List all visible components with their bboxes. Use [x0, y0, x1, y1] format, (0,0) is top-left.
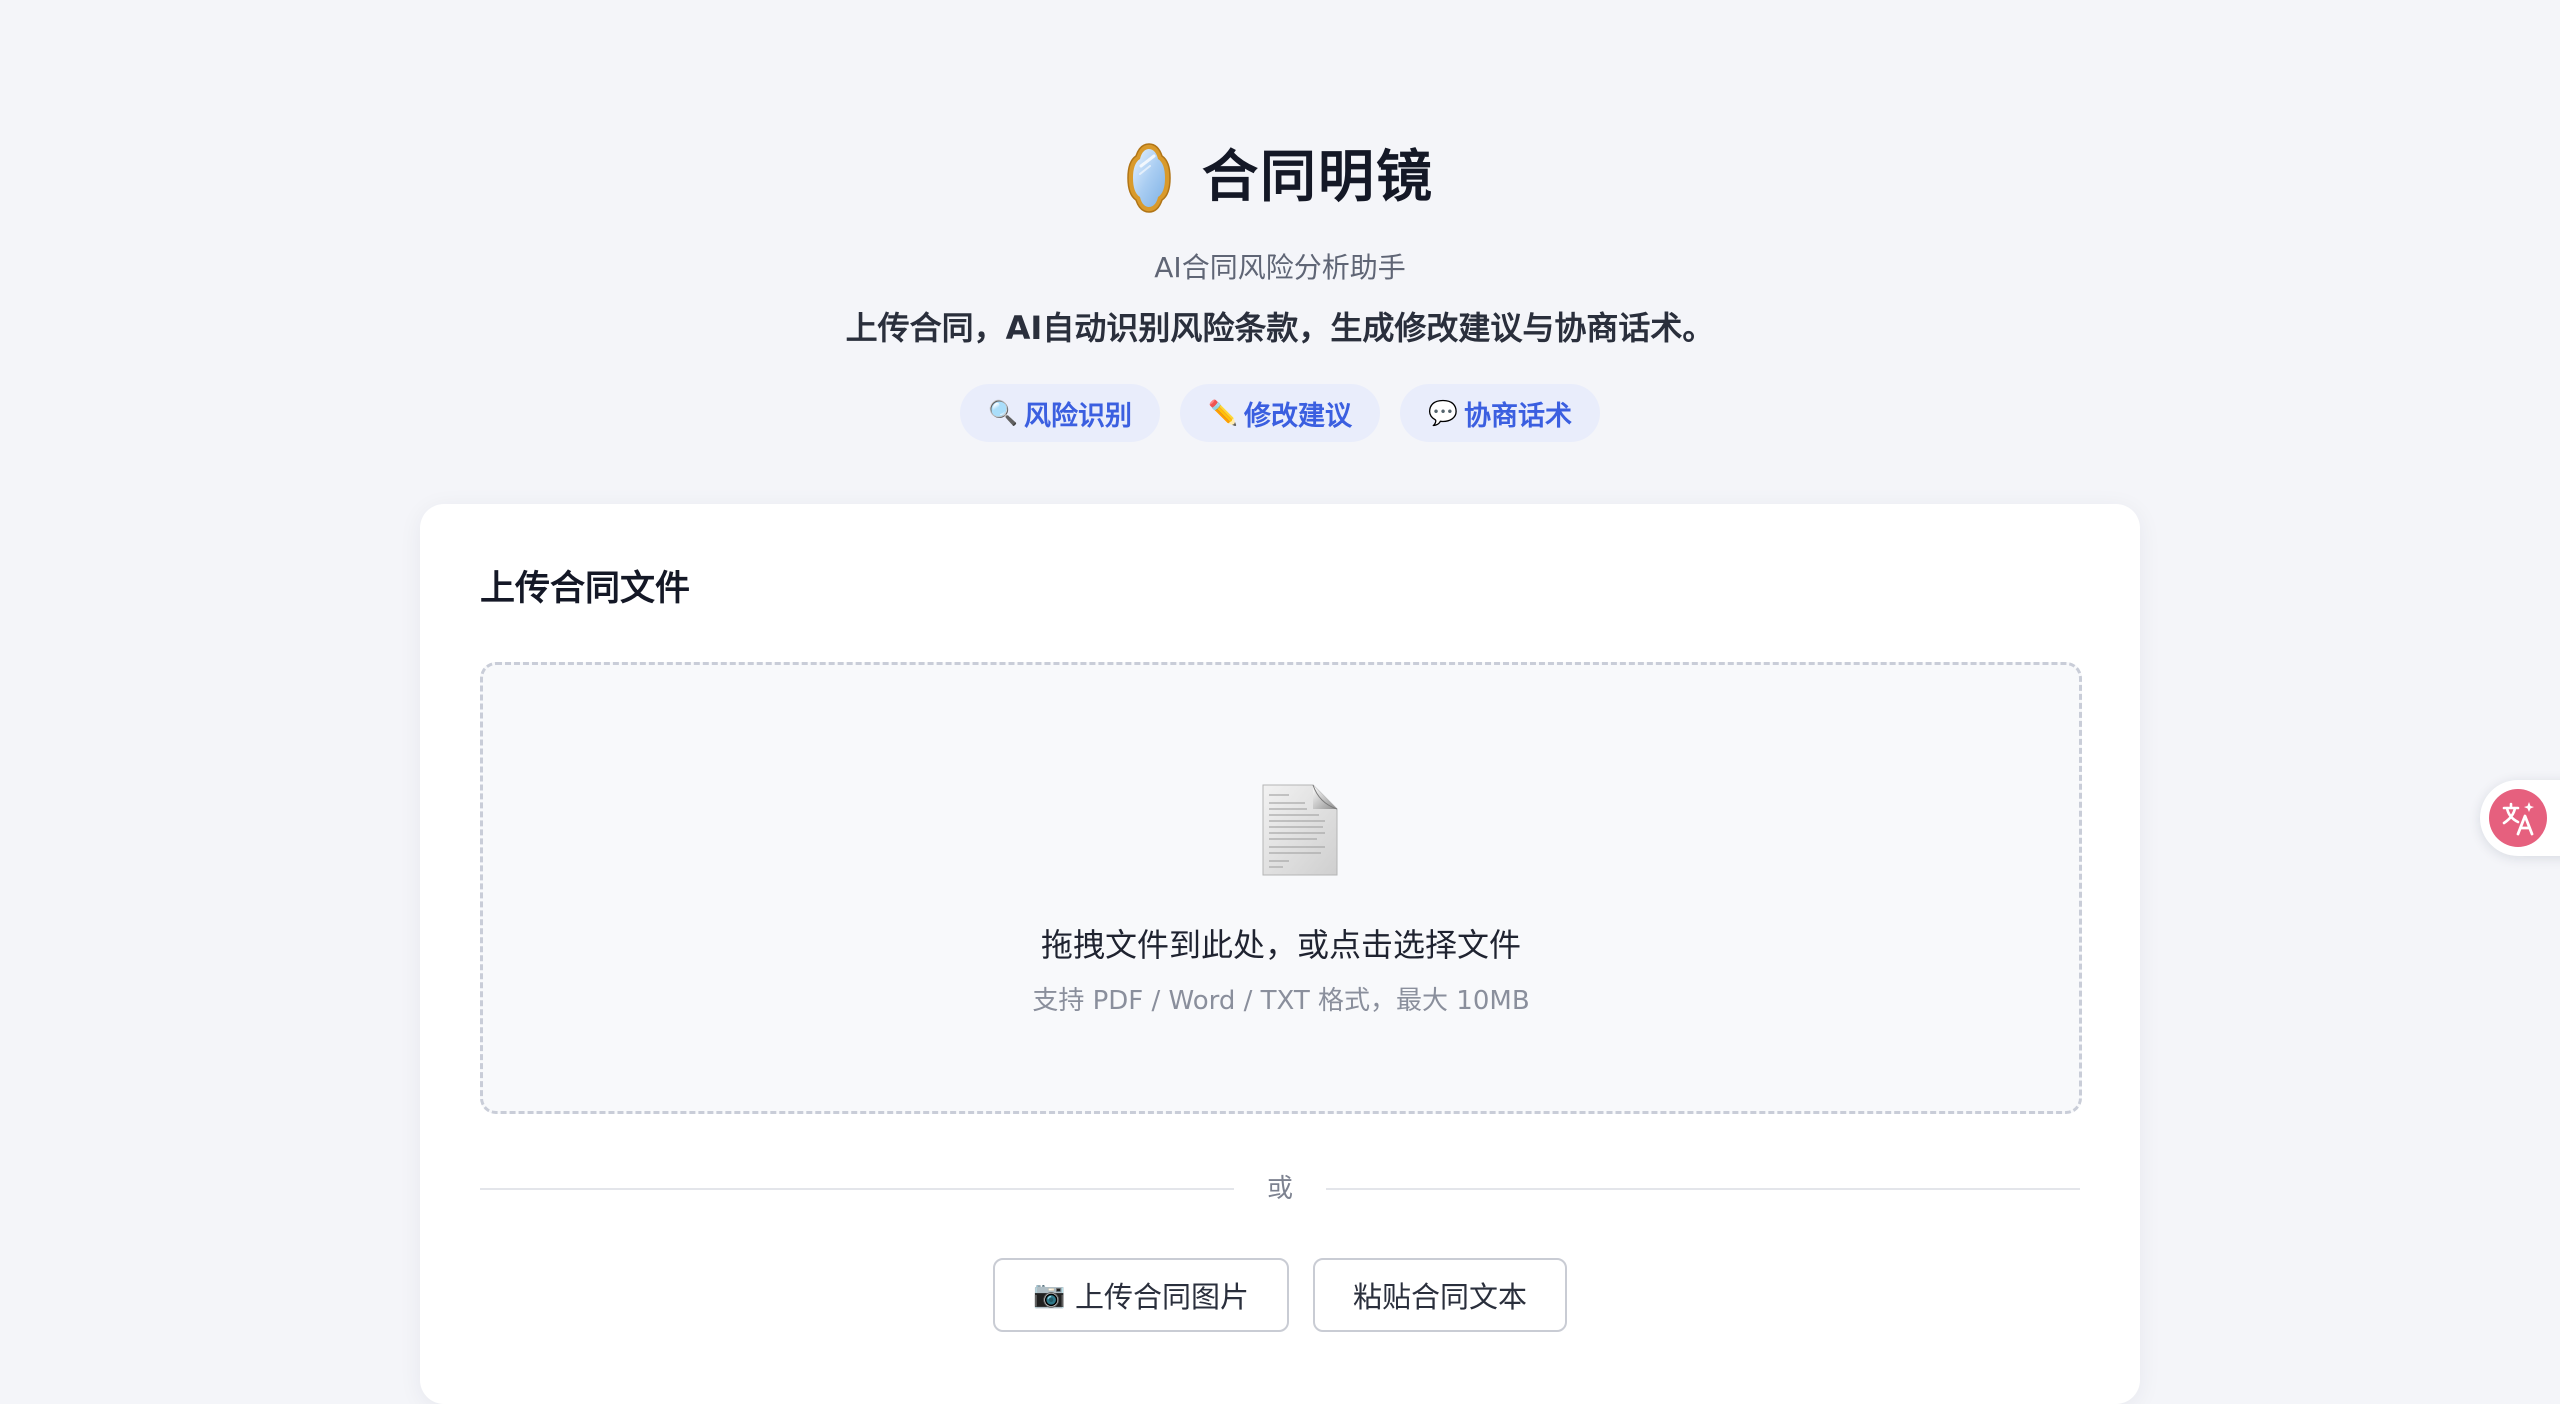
camera-icon: 📷: [1032, 1280, 1066, 1310]
dropzone-instruction: 拖拽文件到此处，或点击选择文件: [1040, 926, 1521, 964]
paste-text-label: 粘贴合同文本: [1353, 1280, 1528, 1314]
speech-bubble-icon: 💬: [1428, 399, 1458, 427]
feature-chip-label: 协商话术: [1464, 400, 1572, 432]
feature-chip-label: 修改建议: [1244, 400, 1352, 432]
app-tagline: 上传合同，AI自动识别风险条款，生成修改建议与协商话术。: [845, 309, 1715, 347]
alt-upload-actions: 📷 上传合同图片 粘贴合同文本: [420, 1258, 2140, 1332]
divider-line: [1326, 1188, 2080, 1190]
app-subtitle: AI合同风险分析助手: [1154, 251, 1406, 284]
floating-translate-button[interactable]: [2480, 780, 2560, 856]
paste-text-button[interactable]: 粘贴合同文本: [1313, 1258, 1568, 1332]
app-title: 合同明镜: [1202, 145, 1434, 210]
feature-chips: 🔍 风险识别 ✏️ 修改建议 💬 协商话术: [0, 384, 2560, 442]
file-dropzone[interactable]: 拖拽文件到此处，或点击选择文件 支持 PDF / Word / TXT 格式，最…: [480, 662, 2082, 1114]
upload-image-button[interactable]: 📷 上传合同图片: [992, 1258, 1289, 1332]
feature-chip-label: 风险识别: [1024, 400, 1132, 432]
mirror-icon: [1126, 142, 1172, 214]
feature-chip-negotiation[interactable]: 💬 协商话术: [1400, 384, 1600, 442]
upload-card-title: 上传合同文件: [480, 569, 691, 609]
dropzone-hint: 支持 PDF / Word / TXT 格式，最大 10MB: [1032, 986, 1530, 1016]
brand: 合同明镜: [0, 138, 2560, 218]
magnifier-icon: 🔍: [988, 399, 1018, 427]
pencil-icon: ✏️: [1208, 399, 1238, 427]
document-icon: [1259, 783, 1341, 877]
or-divider: 或: [480, 1166, 2080, 1230]
upload-card: 上传合同文件 拖拽文件到此处，或点击选择文件 支持 PDF / Word / T…: [420, 504, 2140, 1404]
feature-chip-risk[interactable]: 🔍 风险识别: [960, 384, 1160, 442]
feature-chip-suggestion[interactable]: ✏️ 修改建议: [1180, 384, 1380, 442]
translate-icon: [2489, 789, 2547, 847]
upload-image-label: 上传合同图片: [1074, 1280, 1249, 1314]
